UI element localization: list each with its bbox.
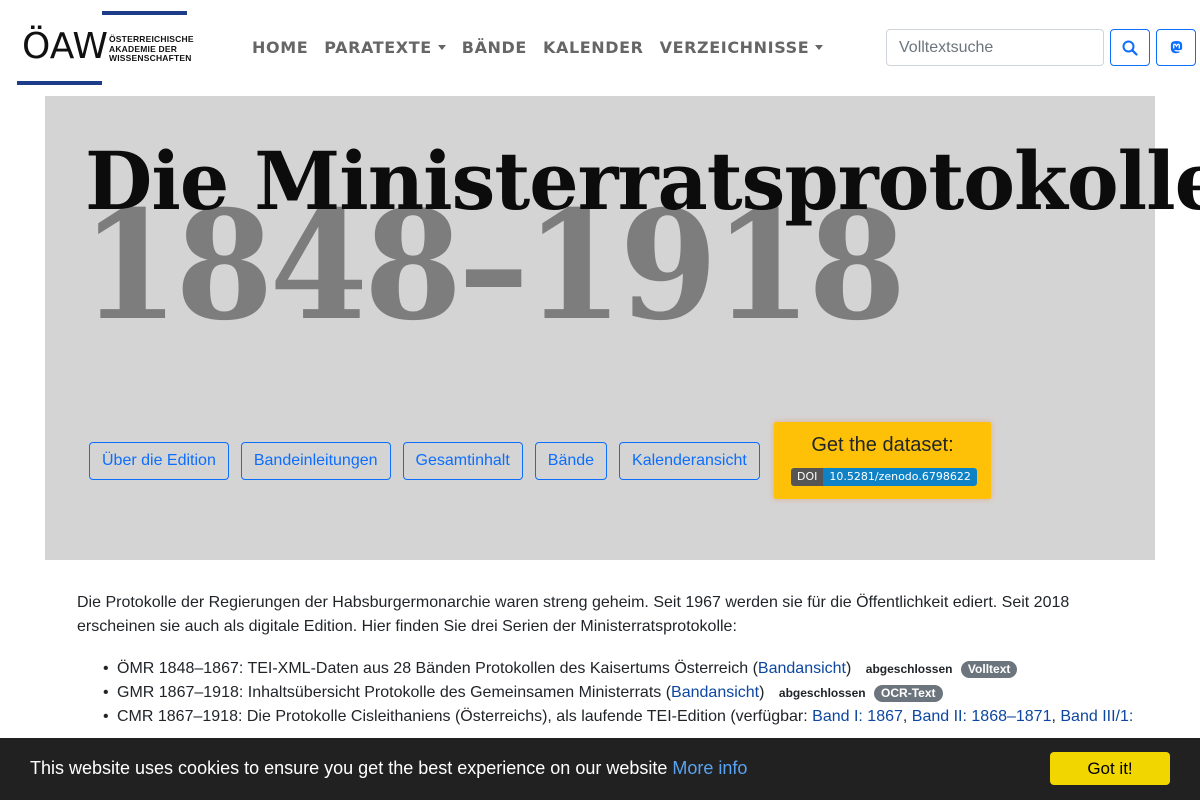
intro-paragraph: Die Protokolle der Regierungen der Habsb… <box>77 594 1070 635</box>
baende-button[interactable]: Bände <box>534 442 608 480</box>
doi-key: DOI <box>791 468 824 486</box>
list-item: GMR 1867–1918: Inhaltsübersicht Protokol… <box>103 681 1163 705</box>
search-button[interactable] <box>1110 29 1150 66</box>
band-link[interactable]: Band II: 1868–1871 <box>912 708 1052 725</box>
dataset-label: Get the dataset: <box>811 434 954 456</box>
doi-value: 10.5281/zenodo.6798622 <box>823 468 977 486</box>
kalenderansicht-button[interactable]: Kalenderansicht <box>619 442 760 480</box>
mastodon-button[interactable] <box>1156 29 1196 66</box>
bandansicht-link[interactable]: Bandansicht <box>671 684 759 701</box>
logo-bar-bottom <box>17 81 102 85</box>
type-badge: Volltext <box>960 661 1018 678</box>
hero-title: Die Ministerratsprotokolle <box>85 134 1200 228</box>
band-link[interactable]: Band I: 1867 <box>812 708 903 725</box>
band-link[interactable]: Band III/1: <box>1060 708 1133 725</box>
more-info-link[interactable]: More info <box>672 758 747 778</box>
status-badge: abgeschlossen <box>778 686 866 700</box>
cookie-message: This website uses cookies to ensure you … <box>30 758 748 778</box>
oeaw-logo[interactable]: ÖAW ÖSTERREICHISCHE AKADEMIE DER WISSENS… <box>17 11 194 86</box>
nav-kalender[interactable]: KALENDER <box>543 36 644 60</box>
accept-cookies-button[interactable]: Got it! <box>1050 752 1170 785</box>
series-list: ÖMR 1848–1867: TEI-XML-Daten aus 28 Bänd… <box>103 657 1163 729</box>
logo-wordmark: ÖAW <box>22 26 108 67</box>
status-badge: abgeschlossen <box>865 662 953 676</box>
search-input[interactable] <box>886 29 1104 66</box>
mastodon-icon <box>1170 40 1182 54</box>
hero-button-group: Über die Edition Bandeinleitungen Gesamt… <box>89 442 760 480</box>
nav-baende[interactable]: BÄNDE <box>462 36 527 60</box>
logo-subtitle: ÖSTERREICHISCHE AKADEMIE DER WISSENSCHAF… <box>109 34 194 63</box>
search-icon <box>1122 40 1138 56</box>
main-nav: HOME PARATEXTE BÄNDE KALENDER VERZEICHNI… <box>252 36 839 60</box>
ueber-die-edition-button[interactable]: Über die Edition <box>89 442 229 480</box>
list-item: CMR 1867–1918: Die Protokolle Cisleithan… <box>103 705 1163 729</box>
type-badge: OCR-Text <box>874 685 943 702</box>
nav-verzeichnisse[interactable]: VERZEICHNISSE <box>660 36 824 60</box>
navbar: ÖAW ÖSTERREICHISCHE AKADEMIE DER WISSENS… <box>0 0 1200 96</box>
chevron-down-icon <box>815 45 824 50</box>
logo-bar-top <box>102 11 187 15</box>
bandansicht-link[interactable]: Bandansicht <box>758 660 846 677</box>
cookie-banner: This website uses cookies to ensure you … <box>0 738 1200 800</box>
hero-banner: 1848–1918 Die Ministerratsprotokolle Übe… <box>45 96 1200 560</box>
nav-home[interactable]: HOME <box>252 36 308 60</box>
dataset-box: Get the dataset: DOI 10.5281/zenodo.6798… <box>774 422 991 499</box>
nav-paratexte[interactable]: PARATEXTE <box>324 36 446 60</box>
bandeinleitungen-button[interactable]: Bandeinleitungen <box>240 442 391 480</box>
doi-badge[interactable]: DOI 10.5281/zenodo.6798622 <box>791 468 977 486</box>
chevron-down-icon <box>437 45 446 50</box>
gesamtinhalt-button[interactable]: Gesamtinhalt <box>402 442 523 480</box>
list-item: ÖMR 1848–1867: TEI-XML-Daten aus 28 Bänd… <box>103 657 1163 681</box>
